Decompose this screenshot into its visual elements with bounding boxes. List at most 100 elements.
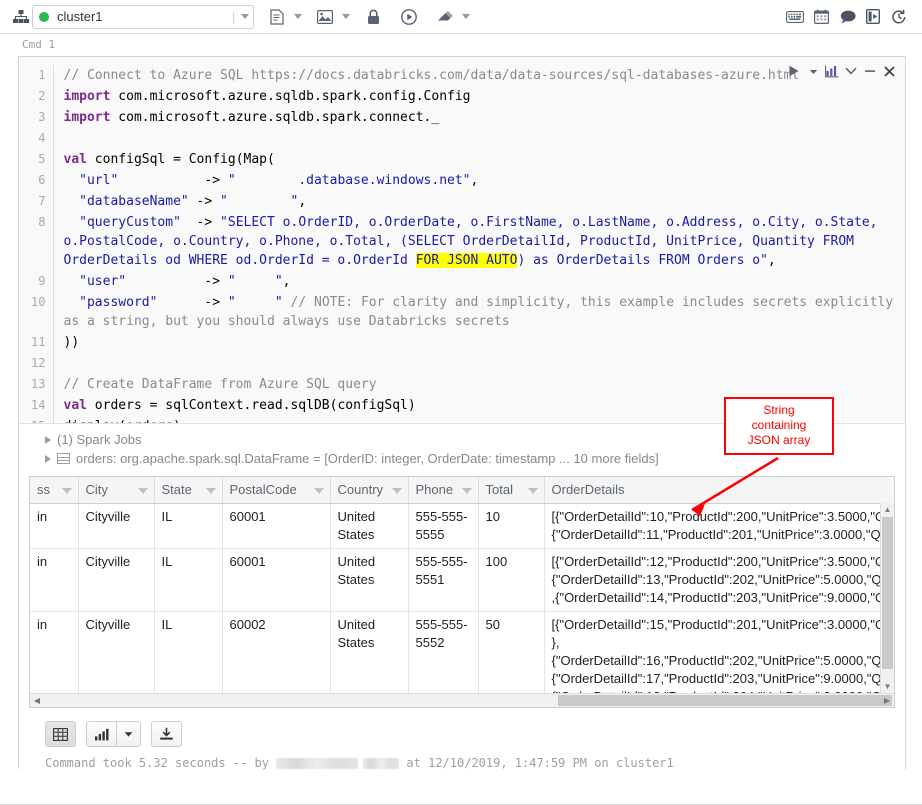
collapse-chevron-down-icon[interactable] bbox=[843, 62, 859, 80]
column-header-label: Country bbox=[338, 482, 384, 497]
code-line-text[interactable]: )) bbox=[53, 332, 905, 353]
column-header-total[interactable]: Total bbox=[478, 477, 544, 503]
line-number: 10 bbox=[19, 292, 53, 332]
cmd-label: Cmd 1 bbox=[0, 34, 922, 53]
column-header-label: OrderDetails bbox=[552, 482, 625, 497]
code-line-text[interactable]: val configSql = Config(Map( bbox=[53, 149, 905, 170]
file-menu-chevron-down-icon[interactable] bbox=[294, 14, 302, 19]
run-dropdown-chevron-down-icon[interactable] bbox=[805, 62, 821, 80]
column-header-label: Phone bbox=[416, 482, 454, 497]
chart-view-button[interactable] bbox=[86, 721, 117, 747]
table-mini-icon bbox=[57, 453, 70, 464]
vertical-scroll-thumb[interactable] bbox=[882, 517, 893, 669]
line-number: 8 bbox=[19, 212, 53, 271]
column-menu-chevron-down-icon[interactable] bbox=[62, 488, 72, 494]
column-menu-chevron-down-icon[interactable] bbox=[392, 488, 402, 494]
horizontal-scrollbar[interactable]: ◀ ▶ bbox=[30, 693, 894, 707]
image-icon[interactable] bbox=[312, 5, 338, 29]
line-number: 7 bbox=[19, 191, 53, 212]
column-header-label: PostalCode bbox=[230, 482, 297, 497]
column-header-country[interactable]: Country bbox=[330, 477, 408, 503]
column-menu-chevron-down-icon[interactable] bbox=[314, 488, 324, 494]
annotation-line-3: JSON array bbox=[726, 433, 832, 448]
scroll-up-icon[interactable]: ▲ bbox=[881, 503, 894, 516]
table-row[interactable]: inCityvilleIL60001United States555-555-5… bbox=[30, 548, 895, 611]
code-line-text[interactable] bbox=[53, 353, 905, 374]
column-menu-chevron-down-icon[interactable] bbox=[138, 488, 148, 494]
code-line: 6 "url" -> " .database.windows.net", bbox=[19, 170, 905, 191]
line-number: 9 bbox=[19, 271, 53, 292]
scroll-right-icon[interactable]: ▶ bbox=[880, 694, 894, 707]
table-row[interactable]: inCityvilleIL60001United States555-555-5… bbox=[30, 503, 895, 548]
run-cell-icon[interactable] bbox=[786, 62, 802, 80]
cluster-selector[interactable]: cluster1 | bbox=[32, 5, 254, 29]
scroll-left-icon[interactable]: ◀ bbox=[30, 694, 44, 707]
code-line-text[interactable]: "databaseName" -> " ", bbox=[53, 191, 905, 212]
line-number: 11 bbox=[19, 332, 53, 353]
calendar-icon[interactable] bbox=[808, 5, 834, 29]
column-menu-chevron-down-icon[interactable] bbox=[528, 488, 538, 494]
code-editor[interactable]: 1// Connect to Azure SQL https://docs.da… bbox=[19, 57, 905, 424]
column-menu-chevron-down-icon[interactable] bbox=[462, 488, 472, 494]
expand-triangle-icon[interactable] bbox=[45, 455, 51, 463]
line-number: 6 bbox=[19, 170, 53, 191]
chart-dropdown-chevron-down-icon[interactable] bbox=[117, 721, 141, 747]
image-menu-chevron-down-icon[interactable] bbox=[342, 14, 350, 19]
top-toolbar: cluster1 | bbox=[0, 0, 922, 34]
line-number: 5 bbox=[19, 149, 53, 170]
code-line-text[interactable]: "user" -> " ", bbox=[53, 271, 905, 292]
lock-icon[interactable] bbox=[360, 5, 386, 29]
code-line-text[interactable] bbox=[53, 128, 905, 149]
status-datetime: 12/10/2019, 1:47:59 PM bbox=[428, 756, 587, 770]
column-header-postalcode[interactable]: PostalCode bbox=[222, 477, 330, 503]
column-header-label: City bbox=[86, 482, 108, 497]
toolbar-group-clear bbox=[432, 5, 470, 29]
vertical-scrollbar[interactable]: ▲ ▼ bbox=[880, 503, 894, 693]
dashboard-icon[interactable] bbox=[860, 5, 886, 29]
clear-menu-chevron-down-icon[interactable] bbox=[462, 14, 470, 19]
redacted-user-block-1 bbox=[276, 758, 358, 769]
code-line-text[interactable]: import com.microsoft.azure.sqldb.spark.c… bbox=[53, 86, 905, 107]
toolbar-group-left bbox=[264, 5, 302, 29]
annotation-line-2: containing bbox=[726, 418, 832, 433]
code-line: 7 "databaseName" -> " ", bbox=[19, 191, 905, 212]
line-number: 4 bbox=[19, 128, 53, 149]
redacted-user-block-2 bbox=[363, 758, 399, 769]
expand-triangle-icon[interactable] bbox=[45, 436, 51, 444]
code-line: 2import com.microsoft.azure.sqldb.spark.… bbox=[19, 86, 905, 107]
download-button[interactable] bbox=[151, 721, 182, 747]
minimize-icon[interactable] bbox=[862, 62, 878, 80]
code-line-text[interactable]: // Create DataFrame from Azure SQL query bbox=[53, 374, 905, 395]
comment-icon[interactable] bbox=[834, 5, 860, 29]
cell-city: Cityville bbox=[78, 503, 154, 548]
eraser-icon[interactable] bbox=[432, 5, 458, 29]
column-menu-chevron-down-icon[interactable] bbox=[206, 488, 216, 494]
horizontal-scroll-thumb[interactable] bbox=[558, 695, 892, 706]
code-line-text[interactable]: "url" -> " .database.windows.net", bbox=[53, 170, 905, 191]
dataframe-schema-label: orders: org.apache.spark.sql.DataFrame =… bbox=[76, 451, 659, 466]
status-suffix: on cluster1 bbox=[587, 756, 674, 770]
history-icon[interactable] bbox=[886, 5, 912, 29]
file-icon[interactable] bbox=[264, 5, 290, 29]
close-icon[interactable] bbox=[881, 62, 897, 80]
keyboard-icon[interactable] bbox=[782, 5, 808, 29]
code-line-text[interactable]: // Connect to Azure SQL https://docs.dat… bbox=[53, 65, 905, 86]
chart-icon[interactable] bbox=[824, 62, 840, 80]
scroll-down-icon[interactable]: ▼ bbox=[881, 680, 894, 693]
code-line: 13// Create DataFrame from Azure SQL que… bbox=[19, 374, 905, 395]
code-line-text[interactable]: "queryCustom" -> "SELECT o.OrderID, o.Or… bbox=[53, 212, 905, 271]
code-line-text[interactable]: import com.microsoft.azure.sqldb.spark.c… bbox=[53, 107, 905, 128]
results-table-container[interactable]: ss City State PostalCode Country Phone Total Or… bbox=[29, 476, 895, 708]
run-all-icon[interactable] bbox=[396, 5, 422, 29]
cell-order_details: [{"OrderDetailId":12,"ProductId":200,"Un… bbox=[544, 548, 895, 611]
column-header-ss[interactable]: ss bbox=[30, 477, 78, 503]
code-line-text[interactable]: "password" -> " " // NOTE: For clarity a… bbox=[53, 292, 905, 332]
table-header-row: ss City State PostalCode Country Phone Total Or… bbox=[30, 477, 895, 503]
column-header-orderdetails[interactable]: OrderDetails bbox=[544, 477, 895, 503]
chevron-down-icon[interactable] bbox=[241, 14, 249, 19]
column-header-phone[interactable]: Phone bbox=[408, 477, 478, 503]
column-header-city[interactable]: City bbox=[78, 477, 154, 503]
column-header-state[interactable]: State bbox=[154, 477, 222, 503]
table-view-button[interactable] bbox=[45, 721, 76, 747]
chart-view-group bbox=[86, 721, 141, 747]
